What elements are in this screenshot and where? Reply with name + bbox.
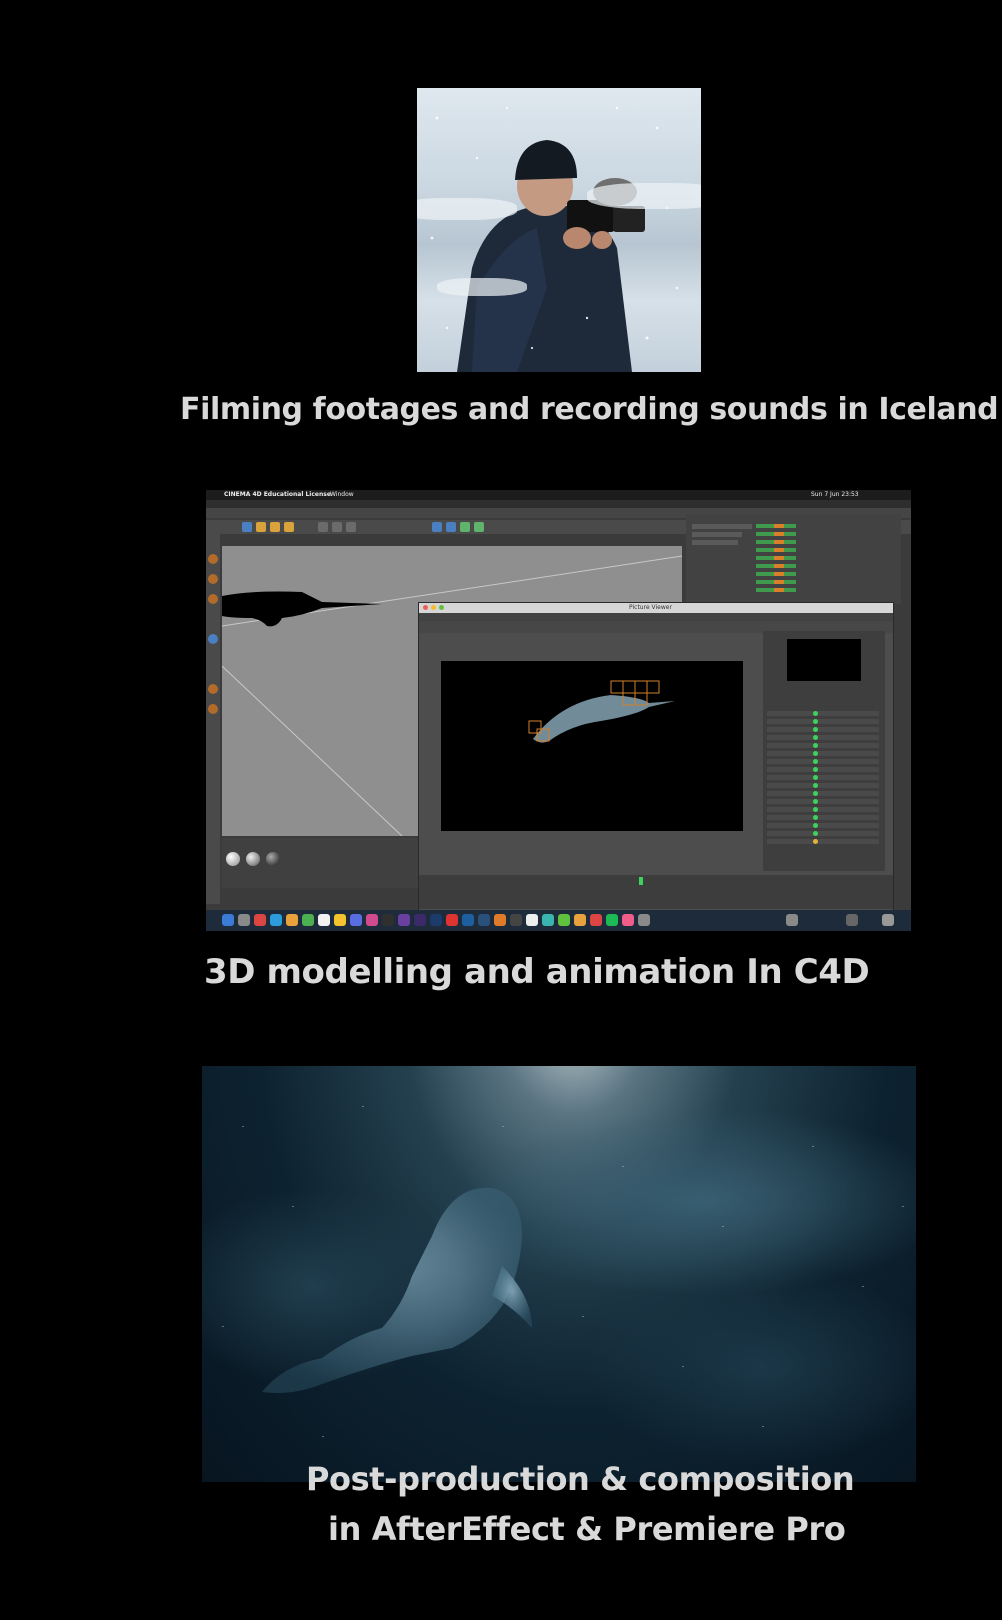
tool-icon <box>284 522 294 532</box>
dock-app-icon <box>222 914 234 926</box>
caption-modelling: 3D modelling and animation In C4D <box>204 952 870 992</box>
object-row <box>692 532 742 537</box>
close-icon <box>423 605 428 610</box>
navigator-thumbnail <box>787 639 861 681</box>
dock-app-icon <box>318 914 330 926</box>
trash-icon <box>882 914 894 926</box>
dock-app-icon <box>398 914 410 926</box>
tool-icon <box>242 522 252 532</box>
photo-filming-iceland <box>417 88 701 372</box>
caption-post-line2: in AfterEffect & Premiere Pro <box>328 1510 846 1548</box>
left-toolbar <box>206 534 220 904</box>
dock-app-icon <box>638 914 650 926</box>
pv-timeline <box>419 875 893 909</box>
picture-viewer-titlebar: Picture Viewer <box>419 603 893 613</box>
maximize-icon <box>439 605 444 610</box>
dock-app-icon <box>574 914 586 926</box>
menubar-window: Window <box>330 491 354 498</box>
tool-icon <box>208 574 218 584</box>
material-manager <box>222 838 418 888</box>
tool-icon <box>208 634 218 644</box>
dock-app-icon <box>350 914 362 926</box>
picture-viewer-window: Picture Viewer <box>418 602 894 912</box>
title-bar <box>206 500 911 508</box>
photo-whale-composition <box>202 1066 916 1482</box>
dock-app-icon <box>494 914 506 926</box>
minimize-icon <box>431 605 436 610</box>
tool-icon <box>332 522 342 532</box>
tool-icon <box>446 522 456 532</box>
tool-icon <box>208 684 218 694</box>
dock-app-icon <box>786 914 798 926</box>
object-row <box>692 540 738 545</box>
tool-icon <box>208 594 218 604</box>
render-preview <box>441 661 743 831</box>
tool-icon <box>270 522 280 532</box>
dock-app-icon <box>462 914 474 926</box>
tool-icon <box>208 554 218 564</box>
dock-app-icon <box>366 914 378 926</box>
tag-column <box>774 524 784 594</box>
dock-app-icon <box>286 914 298 926</box>
object-row <box>692 524 752 529</box>
tool-icon <box>474 522 484 532</box>
dock-app-icon <box>238 914 250 926</box>
tool-icon <box>460 522 470 532</box>
material-ball <box>266 852 280 866</box>
dock-app-icon <box>526 914 538 926</box>
tool-icon <box>318 522 328 532</box>
dock-app-icon <box>510 914 522 926</box>
material-ball <box>246 852 260 866</box>
dock-app-icon <box>382 914 394 926</box>
dock-app-icon <box>254 914 266 926</box>
dock-app-icon <box>270 914 282 926</box>
dock-app-icon <box>606 914 618 926</box>
tool-icon <box>346 522 356 532</box>
dock-app-icon <box>446 914 458 926</box>
tool-icon <box>208 704 218 714</box>
dock-app-icon <box>302 914 314 926</box>
dock-app-icon <box>542 914 554 926</box>
dock-app-icon <box>478 914 490 926</box>
dock-app-icon <box>558 914 570 926</box>
photographer-figure <box>430 106 679 372</box>
pv-menu <box>419 613 893 621</box>
dock-app-icon <box>846 914 858 926</box>
menubar-clock: Sun 7 Jun 23:53 <box>811 491 859 498</box>
object-manager <box>686 514 901 604</box>
tool-icon <box>432 522 442 532</box>
tool-icon <box>256 522 266 532</box>
material-ball <box>226 852 240 866</box>
menubar-app-name: CINEMA 4D Educational License <box>224 491 331 498</box>
caption-filming: Filming footages and recording sounds in… <box>180 392 999 427</box>
mac-menubar: CINEMA 4D Educational License Window Sun… <box>206 490 911 500</box>
dock-app-icon <box>414 914 426 926</box>
dock-app-icon <box>622 914 634 926</box>
history-panel <box>763 631 885 871</box>
timeline-playhead <box>639 877 643 885</box>
dock-app-icon <box>334 914 346 926</box>
screenshot-c4d: CINEMA 4D Educational License Window Sun… <box>206 490 911 931</box>
dock-app-icon <box>590 914 602 926</box>
dock-app-icon <box>430 914 442 926</box>
caption-post-line1: Post-production & composition <box>306 1460 855 1498</box>
picture-viewer-title: Picture Viewer <box>629 604 672 611</box>
